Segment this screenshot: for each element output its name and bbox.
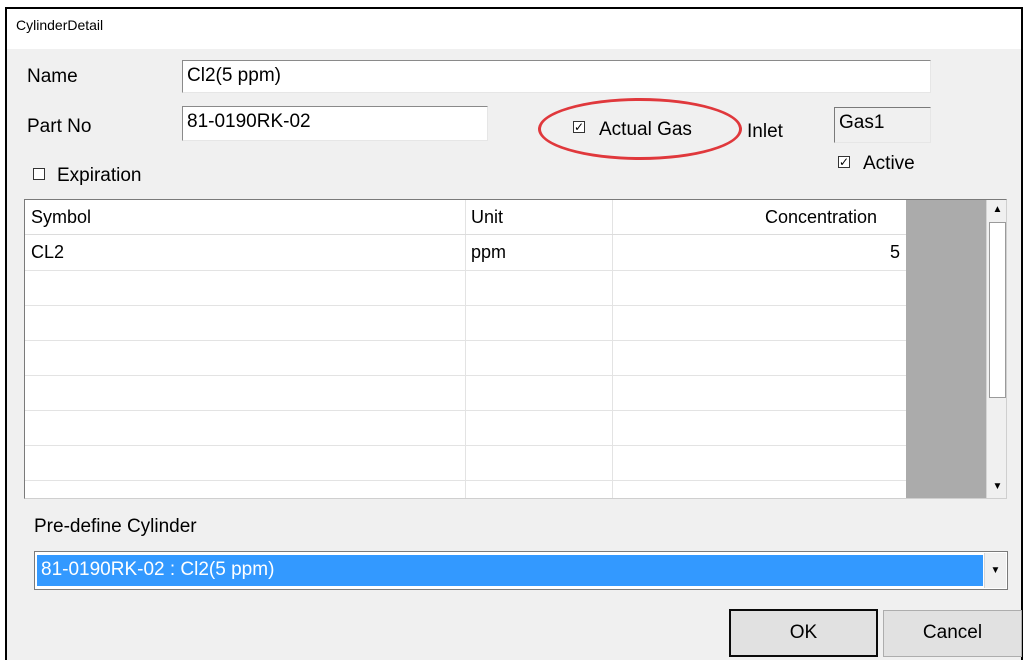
vertical-scrollbar[interactable]: ▲ ▼ <box>986 200 1006 498</box>
cancel-button[interactable]: Cancel <box>883 610 1022 657</box>
scroll-down-icon[interactable]: ▼ <box>988 477 1006 497</box>
predefine-selected-value[interactable]: 81-0190RK-02 : Cl2(5 ppm) <box>37 555 983 586</box>
window-title: CylinderDetail <box>16 17 104 33</box>
grid-empty-area <box>906 200 987 498</box>
cell-symbol: CL2 <box>31 242 65 262</box>
grid-header-row: Symbol Unit Concentration <box>25 200 906 235</box>
table-row[interactable] <box>25 305 906 341</box>
predefine-cylinder-select[interactable]: 81-0190RK-02 : Cl2(5 ppm) ▼ <box>34 551 1008 590</box>
table-row[interactable] <box>25 270 906 306</box>
partno-input[interactable]: 81-0190RK-02 <box>182 106 488 141</box>
name-input[interactable]: Cl2(5 ppm) <box>182 60 931 93</box>
ok-button[interactable]: OK <box>729 609 878 657</box>
predefine-label: Pre-define Cylinder <box>34 516 197 537</box>
header-unit[interactable]: Unit <box>471 207 503 228</box>
table-row[interactable] <box>25 410 906 446</box>
cell-unit: ppm <box>471 242 507 262</box>
table-row[interactable] <box>25 375 906 411</box>
cell-concentration: 5 <box>890 242 901 262</box>
components-grid[interactable]: Symbol Unit Concentration CL2 ppm 5 ▲ ▼ <box>24 199 1007 499</box>
scroll-up-icon[interactable]: ▲ <box>988 200 1006 220</box>
name-label: Name <box>27 66 78 87</box>
header-concentration[interactable]: Concentration <box>765 207 877 228</box>
table-row[interactable] <box>25 340 906 376</box>
scroll-thumb[interactable] <box>989 222 1006 398</box>
title-bar <box>7 9 1021 49</box>
expiration-label: Expiration <box>57 165 142 186</box>
highlight-ellipse <box>538 98 742 160</box>
inlet-value: Gas1 <box>834 107 931 143</box>
table-row[interactable]: CL2 ppm 5 <box>25 235 906 271</box>
inlet-label: Inlet <box>747 121 783 142</box>
table-row[interactable] <box>25 445 906 481</box>
expiration-checkbox[interactable] <box>33 168 45 180</box>
active-label: Active <box>863 153 915 174</box>
partno-label: Part No <box>27 116 92 137</box>
header-symbol[interactable]: Symbol <box>31 207 91 228</box>
active-checkbox[interactable]: ✓ <box>838 156 850 168</box>
chevron-down-icon[interactable]: ▼ <box>984 553 1006 588</box>
